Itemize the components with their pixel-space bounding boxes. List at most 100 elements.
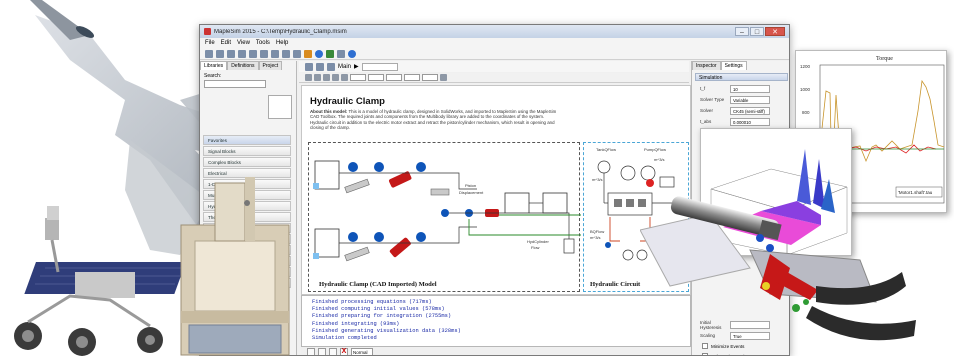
console-line: Simulation completed [312,335,377,342]
maplesim-icon [204,28,211,35]
stop-icon[interactable] [337,49,345,58]
about-label: About this model: [310,109,348,114]
flow-label: Flow [531,245,540,250]
globe-icon[interactable] [315,49,323,58]
document-title: Hydraulic Clamp [310,96,385,107]
property-value-field[interactable]: Variable [730,95,770,104]
help-button[interactable] [307,348,315,355]
pointer-icon[interactable] [305,74,312,81]
menu-file[interactable]: File [205,38,215,48]
help-icon[interactable] [348,49,356,58]
menu-view[interactable]: View [237,38,250,48]
table-view-icon[interactable] [316,62,324,71]
hyd-cylinder-label: HydCylinder [527,239,549,244]
forward-arrow-icon[interactable]: ▶ [354,63,359,70]
library-item[interactable]: Favorites [203,135,291,145]
torque-plot-title: Torque [876,56,893,62]
maximize-button[interactable]: □ [750,27,764,36]
about-text: This is a model of hydraulic clamp, desi… [310,109,557,131]
property-value-field[interactable]: CK45 (semi-stiff) [730,106,770,115]
font-color-dropdown[interactable] [422,74,438,81]
document-tab-label[interactable]: Main [338,64,351,70]
clamp-model-block: Piston Displacement HydCylinder Flow Hyd… [308,142,581,292]
menu-edit[interactable]: Edit [221,38,231,48]
console-line: Finished computing initial values (578ms… [312,306,445,313]
line-tool-icon[interactable] [323,74,330,81]
property-row: t_f 10 [692,83,789,94]
tab-definitions[interactable]: Definitions [227,61,259,70]
cut-icon[interactable] [271,49,279,58]
pump-flow-label: PumpQFlow [644,147,667,152]
model-caption: Hydraulic Clamp (CAD Imported) Model [319,281,437,288]
diagram-view-icon[interactable] [305,62,313,71]
library-tabs: Libraries Definitions Project [200,61,296,70]
print-icon[interactable] [238,49,246,58]
property-value-field[interactable]: 0.000010 [730,117,770,126]
title-bar: MapleSim 2015 - C:\Temp\Hydraulic_Clamp.… [200,25,789,38]
component-preview [268,95,292,119]
ellipse-tool-icon[interactable] [341,74,348,81]
home-icon[interactable] [327,62,335,71]
property-name: t_abs [700,119,712,124]
menu-help[interactable]: Help [276,38,288,48]
bq-flow-label: BQFlow [590,229,605,234]
rectangle-tool-icon[interactable] [332,74,339,81]
tab-project[interactable]: Project [258,61,283,70]
screenshot-stage: MapleSim 2015 - C:\Temp\Hydraulic_Clamp.… [0,0,954,356]
expand-button[interactable] [329,348,337,355]
property-row: t_abs 0.000010 [692,116,789,127]
tab-inspector[interactable]: Inspector [692,61,721,70]
menu-tools[interactable]: Tools [256,38,270,48]
console-output[interactable]: Finished processing equations (717ms) Fin… [301,295,691,347]
undo-icon[interactable] [249,49,257,58]
open-icon[interactable] [216,49,224,58]
document-description: About this model: This is a model of hyd… [310,109,560,131]
close-button[interactable]: ✕ [765,27,785,36]
search-input[interactable] [204,80,266,88]
printer-render [180,177,290,356]
minimize-button[interactable]: – [735,27,749,36]
line-style-dropdown[interactable] [386,74,402,81]
text-icon[interactable] [314,74,321,81]
inspector-tabs: Inspector Settings [692,61,789,70]
property-name: Solver Type [700,97,725,102]
console-line: Finished preparing for integration (2755… [312,313,452,320]
console-level-select[interactable]: Normal [351,348,373,355]
displacement-label: Displacement [459,190,484,195]
unit-label-bq: m^3/s [590,235,601,240]
run-simulation-icon[interactable] [326,49,334,58]
copy-icon[interactable] [282,49,290,58]
unit-label-pump: m^3/s [654,157,665,162]
property-row: Solver Type Variable [692,94,789,105]
tab-settings[interactable]: Settings [720,61,747,70]
redo-icon[interactable] [260,49,268,58]
simulation-section-header[interactable]: Simulation [695,73,788,81]
paste-icon[interactable] [293,49,301,58]
console-view-button[interactable] [318,348,326,355]
piston-label: Piston [465,183,477,188]
subsystem-dropdown[interactable] [361,62,398,71]
console-line: Finished processing equations (717ms) [312,299,432,305]
window-controls: – □ ✕ [735,27,785,36]
property-name: t_f [700,86,706,91]
save-icon[interactable] [227,49,235,58]
y-tick: 1000 [800,87,811,92]
y-tick: 1200 [800,64,811,69]
clear-console-icon[interactable]: X [340,348,348,355]
image-icon[interactable] [440,74,447,81]
fill-color-dropdown[interactable] [350,74,366,81]
property-row: Solver CK45 (semi-stiff) [692,105,789,116]
library-item[interactable]: Complex Blocks [203,157,291,167]
library-item[interactable]: Signal Blocks [203,146,291,156]
document-toolbar: Main ▶ [299,61,689,72]
line-color-dropdown[interactable] [368,74,384,81]
new-icon[interactable] [205,49,213,58]
property-value-field[interactable]: 10 [730,84,770,93]
property-name: Solver [700,108,714,113]
clamp-3d-render [640,196,916,341]
settings-icon[interactable] [304,49,312,58]
tab-libraries[interactable]: Libraries [200,61,228,70]
arrow-style-dropdown[interactable] [404,74,420,81]
model-canvas[interactable]: Hydraulic Clamp About this model: This i… [301,85,691,295]
search-label: Search: [204,73,222,79]
